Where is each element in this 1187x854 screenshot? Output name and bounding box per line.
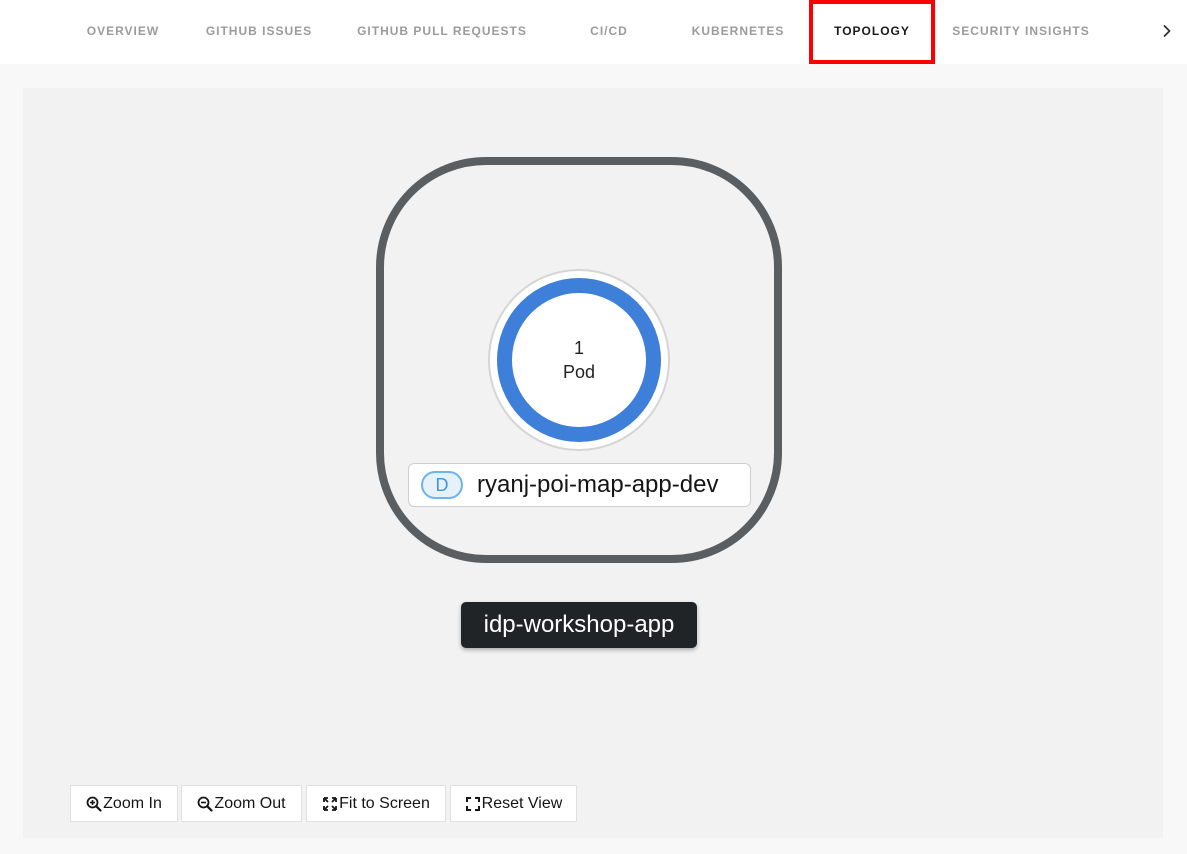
deployment-badge: D xyxy=(421,471,463,499)
reset-view-button[interactable]: Reset View xyxy=(450,785,577,822)
zoom-in-button[interactable]: Zoom In xyxy=(70,785,178,822)
deployment-label[interactable]: D ryanj-poi-map-app-dev xyxy=(408,463,751,507)
pod-unit-label: Pod xyxy=(562,362,596,382)
topology-canvas[interactable]: 1 Pod D ryanj-poi-map-app-dev idp-worksh… xyxy=(23,88,1163,838)
application-label[interactable]: idp-workshop-app xyxy=(461,602,697,648)
tab-security-insights[interactable]: SECURITY INSIGHTS xyxy=(942,0,1100,62)
tab-ci-cd[interactable]: CI/CD xyxy=(565,0,653,62)
deployment-name: ryanj-poi-map-app-dev xyxy=(477,471,719,498)
zoom-out-icon xyxy=(198,796,214,812)
chevron-right-icon xyxy=(1163,25,1171,37)
tab-github-pull-requests[interactable]: GITHUB PULL REQUESTS xyxy=(343,0,541,62)
tab-scroll-right-button[interactable] xyxy=(1152,16,1182,46)
fit-to-screen-button[interactable]: Fit to Screen xyxy=(306,785,446,822)
pod-count: 1 xyxy=(573,338,584,358)
tab-overview[interactable]: OVERVIEW xyxy=(66,0,180,62)
fullscreen-corners-icon xyxy=(465,796,480,811)
zoom-in-label: Zoom In xyxy=(103,794,162,812)
pod-status-ring: 1 Pod xyxy=(497,278,661,442)
zoom-in-icon xyxy=(86,796,102,812)
tab-github-issues[interactable]: GITHUB ISSUES xyxy=(195,0,323,62)
tab-kubernetes[interactable]: KUBERNETES xyxy=(676,0,800,62)
tab-topology[interactable]: TOPOLOGY xyxy=(809,0,935,62)
tab-bar: OVERVIEW GITHUB ISSUES GITHUB PULL REQUE… xyxy=(0,0,1187,64)
zoom-out-button[interactable]: Zoom Out xyxy=(181,785,302,822)
pod-node[interactable]: 1 Pod xyxy=(488,269,670,451)
zoom-out-label: Zoom Out xyxy=(214,794,286,812)
expand-arrows-icon xyxy=(323,796,338,811)
fit-to-screen-label: Fit to Screen xyxy=(339,794,430,812)
reset-view-label: Reset View xyxy=(481,794,563,812)
